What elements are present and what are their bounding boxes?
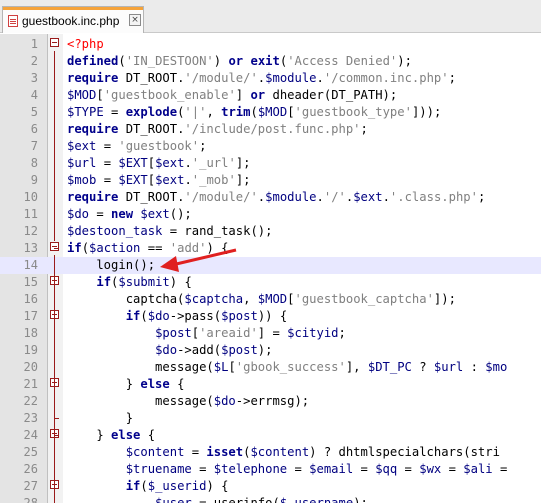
- code-editor[interactable]: 1 <?php 2 defined('IN_DESTOON') or exit('Ac…: [0, 34, 541, 503]
- annotation-arrow-head: [160, 256, 179, 272]
- tab-bar: guestbook.inc.php ×: [0, 0, 541, 33]
- tab-active-accent: [3, 7, 143, 10]
- fold-end-php: [54, 248, 59, 249]
- file-icon: [8, 15, 18, 27]
- fold-end-if-submit: [54, 435, 59, 436]
- close-icon[interactable]: ×: [129, 14, 141, 26]
- annotation-arrow-shaft: [171, 248, 237, 267]
- annotation-arrow: [160, 248, 237, 272]
- tab-guestbook-inc-php[interactable]: guestbook.inc.php ×: [2, 6, 144, 33]
- tab-label[interactable]: guestbook.inc.php: [22, 14, 119, 28]
- fold-end-if-pass: [54, 418, 59, 419]
